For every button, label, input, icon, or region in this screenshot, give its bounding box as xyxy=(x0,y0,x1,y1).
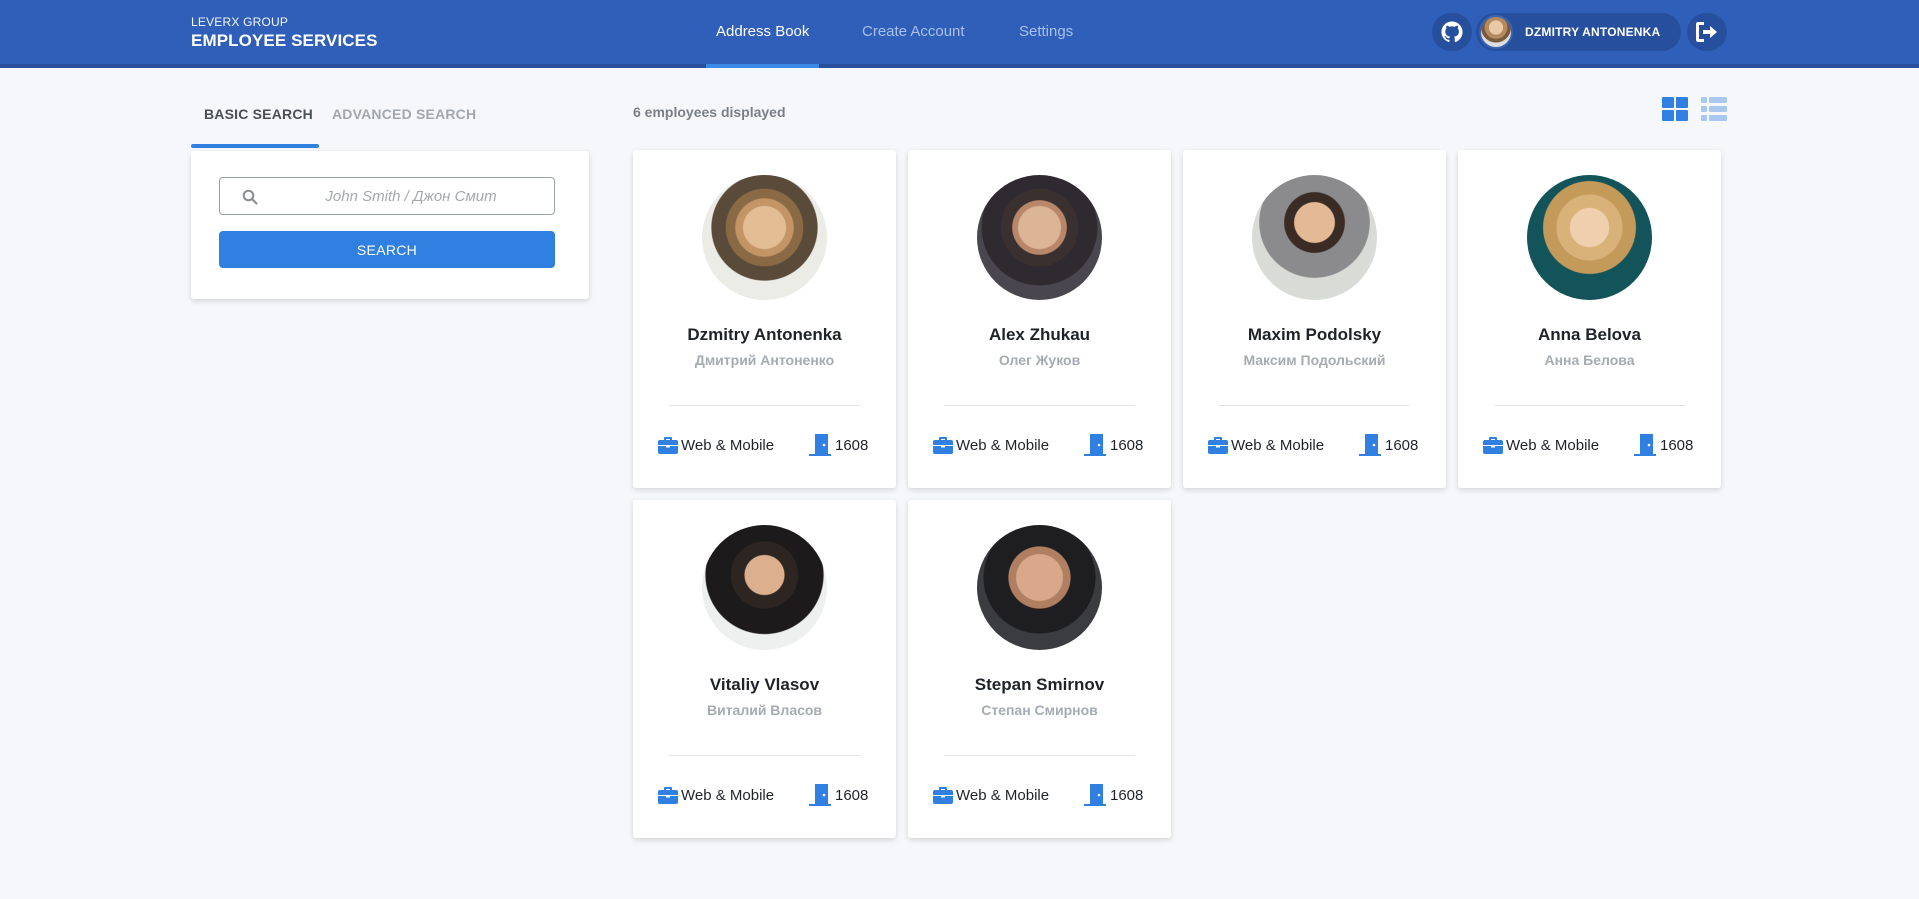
card-divider xyxy=(669,405,860,406)
tab-advanced-search[interactable]: ADVANCED SEARCH xyxy=(332,106,476,122)
employee-name: Vitaliy Vlasov xyxy=(709,675,820,694)
employee-photo xyxy=(702,175,827,300)
room-label: 1608 xyxy=(835,786,869,804)
search-icon xyxy=(242,189,258,205)
search-input[interactable] xyxy=(276,178,546,214)
current-user-name: DZMITRY ANTONENKA xyxy=(1525,25,1661,39)
door-icon xyxy=(1084,784,1106,806)
search-button[interactable]: SEARCH xyxy=(219,231,555,268)
search-tabs: BASIC SEARCH ADVANCED SEARCH xyxy=(191,100,591,148)
department-label: Web & Mobile xyxy=(681,436,775,454)
door-icon xyxy=(809,434,831,456)
department-label: Web & Mobile xyxy=(1506,436,1600,454)
employee-department: Web & Mobile xyxy=(658,786,774,804)
department-label: Web & Mobile xyxy=(956,436,1050,454)
briefcase-icon xyxy=(658,437,678,454)
tab-basic-search[interactable]: BASIC SEARCH xyxy=(204,106,313,122)
search-panel: SEARCH xyxy=(191,151,589,299)
card-divider xyxy=(1219,405,1410,406)
employee-department: Web & Mobile xyxy=(658,436,774,454)
employee-card[interactable]: Anna Belova Анна Белова Web & Mobile 160… xyxy=(1458,150,1721,488)
briefcase-icon xyxy=(1483,437,1503,454)
logout-icon xyxy=(1696,22,1717,42)
employee-photo xyxy=(1252,175,1377,300)
grid-view-icon xyxy=(1662,97,1688,121)
door-icon xyxy=(1084,434,1106,456)
employee-card[interactable]: Dzmitry Antonenka Дмитрий Антоненко Web … xyxy=(633,150,896,488)
briefcase-icon xyxy=(658,787,678,804)
door-icon xyxy=(1359,434,1381,456)
results-count: 6 employees displayed xyxy=(633,104,786,120)
briefcase-icon xyxy=(1208,437,1228,454)
employee-name: Stepan Smirnov xyxy=(974,675,1105,694)
brand-company: LEVERX GROUP xyxy=(191,15,289,29)
avatar xyxy=(1479,15,1513,49)
employee-photo xyxy=(702,525,827,650)
brand-logo[interactable]: LEVERX GROUP EMPLOYEE SERVICES xyxy=(191,15,378,51)
nav-address-book[interactable]: Address Book xyxy=(705,0,820,68)
employee-name: Dzmitry Antonenka xyxy=(687,325,842,344)
employee-card[interactable]: Maxim Podolsky Максим Подольский Web & M… xyxy=(1183,150,1446,488)
github-icon xyxy=(1441,21,1463,43)
briefcase-icon xyxy=(933,787,953,804)
active-tab-indicator xyxy=(191,144,319,148)
employee-photo xyxy=(977,525,1102,650)
employee-room: 1608 xyxy=(808,784,868,806)
employee-name-native: Дмитрий Антоненко xyxy=(694,352,835,368)
employee-photo xyxy=(1527,175,1652,300)
employee-room: 1608 xyxy=(808,434,868,456)
employee-room: 1608 xyxy=(1358,434,1418,456)
employee-room: 1608 xyxy=(1083,784,1143,806)
employee-room: 1608 xyxy=(1083,434,1143,456)
department-label: Web & Mobile xyxy=(681,786,775,804)
door-icon xyxy=(1634,434,1656,456)
room-label: 1608 xyxy=(1110,786,1144,804)
brand-title: EMPLOYEE SERVICES xyxy=(191,31,378,50)
top-navbar: LEVERX GROUP EMPLOYEE SERVICES Address B… xyxy=(0,0,1919,68)
employee-department: Web & Mobile xyxy=(933,436,1049,454)
card-divider xyxy=(944,755,1135,756)
room-label: 1608 xyxy=(1385,436,1419,454)
employee-card[interactable]: Alex Zhukau Олег Жуков Web & Mobile 1608 xyxy=(908,150,1171,488)
employee-name-native: Максим Подольский xyxy=(1243,352,1386,368)
list-view-button[interactable] xyxy=(1701,97,1727,126)
employee-room: 1608 xyxy=(1633,434,1693,456)
employee-card[interactable]: Vitaliy Vlasov Виталий Власов Web & Mobi… xyxy=(633,500,896,838)
grid-view-button[interactable] xyxy=(1662,97,1688,126)
room-label: 1608 xyxy=(1110,436,1144,454)
employee-name: Alex Zhukau xyxy=(988,325,1091,344)
employee-name: Maxim Podolsky xyxy=(1247,325,1382,344)
card-divider xyxy=(669,755,860,756)
card-divider xyxy=(1494,405,1685,406)
employee-department: Web & Mobile xyxy=(1483,436,1599,454)
list-view-icon xyxy=(1701,97,1727,121)
nav-create-account[interactable]: Create Account xyxy=(862,0,965,68)
github-button[interactable] xyxy=(1432,13,1472,51)
employee-name-native: Виталий Власов xyxy=(706,702,823,718)
door-icon xyxy=(809,784,831,806)
room-label: 1608 xyxy=(835,436,869,454)
employee-name-native: Олег Жуков xyxy=(998,352,1081,368)
search-field[interactable] xyxy=(219,177,555,215)
department-label: Web & Mobile xyxy=(956,786,1050,804)
employee-card[interactable]: Stepan Smirnov Степан Смирнов Web & Mobi… xyxy=(908,500,1171,838)
employee-name: Anna Belova xyxy=(1538,325,1641,344)
employee-name-native: Анна Белова xyxy=(1544,352,1635,368)
briefcase-icon xyxy=(933,437,953,454)
employee-photo xyxy=(977,175,1102,300)
department-label: Web & Mobile xyxy=(1231,436,1325,454)
logout-button[interactable] xyxy=(1687,13,1727,51)
employee-name-native: Степан Смирнов xyxy=(981,702,1098,718)
nav-settings[interactable]: Settings xyxy=(1019,0,1073,68)
employee-department: Web & Mobile xyxy=(1208,436,1324,454)
card-divider xyxy=(944,405,1135,406)
employee-department: Web & Mobile xyxy=(933,786,1049,804)
room-label: 1608 xyxy=(1660,436,1694,454)
current-user-menu[interactable]: DZMITRY ANTONENKA xyxy=(1476,13,1681,51)
